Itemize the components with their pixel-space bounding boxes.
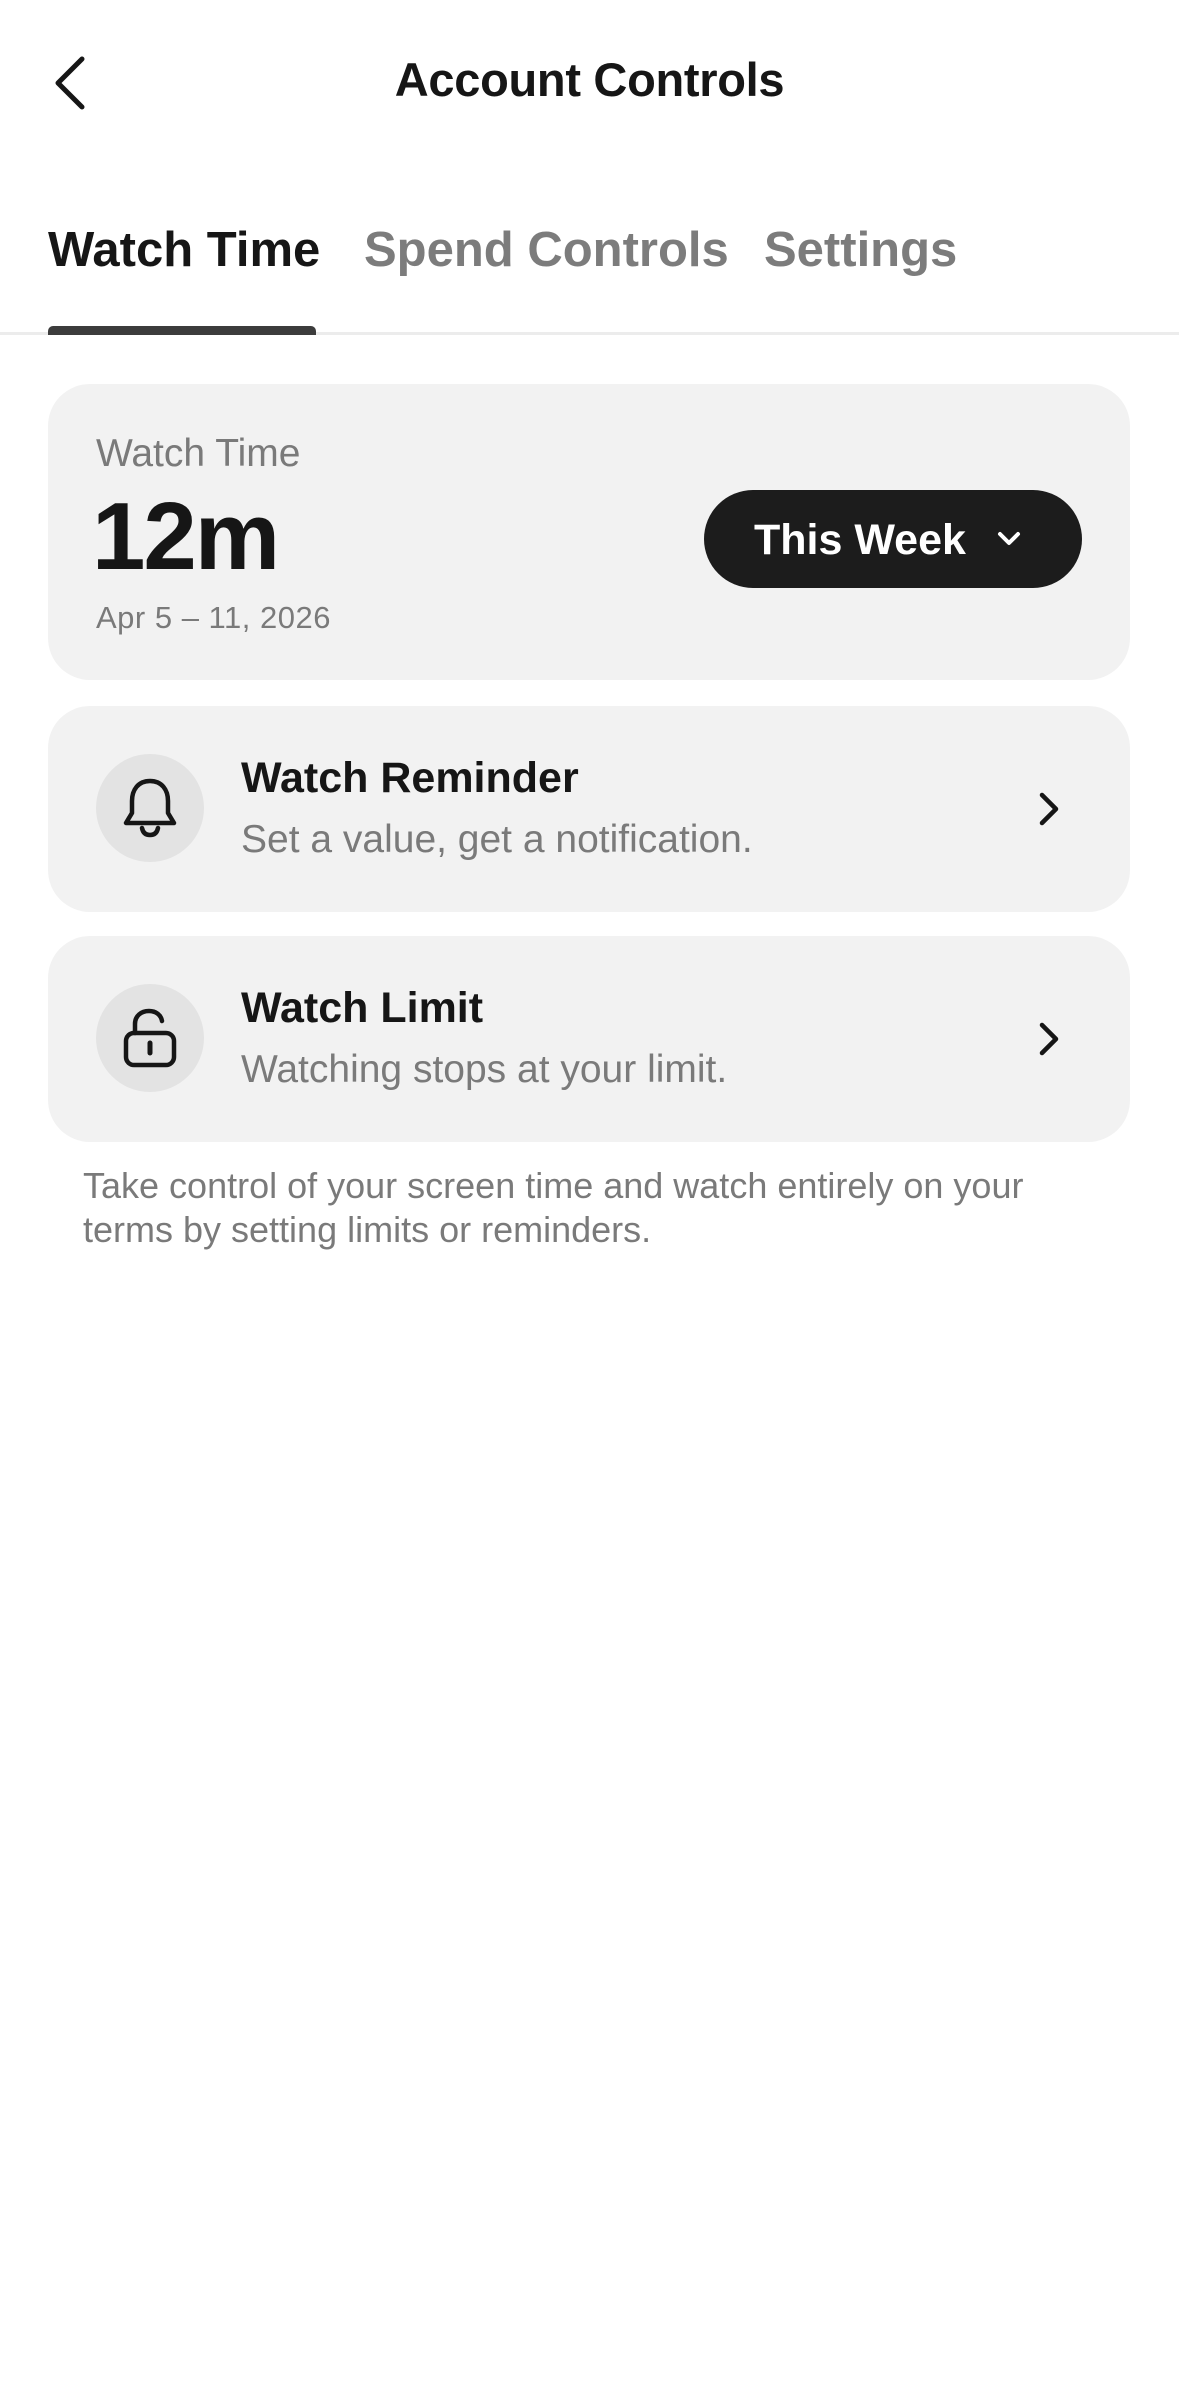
chevron-right-icon xyxy=(1039,1022,1059,1056)
watch-limit-icon-circle xyxy=(96,984,204,1092)
chevron-down-icon xyxy=(998,532,1020,545)
date-range: Apr 5 – 11, 2026 xyxy=(96,600,331,635)
tab-bar: Watch Time Spend Controls Settings xyxy=(0,200,1179,335)
bell-icon xyxy=(123,778,177,838)
footnote-text: Take control of your screen time and wat… xyxy=(83,1165,1024,1250)
summary-label: Watch Time xyxy=(96,432,301,475)
watch-limit-row[interactable]: Watch Limit Watching stops at your limit… xyxy=(48,936,1130,1142)
page-title: Account Controls xyxy=(394,53,785,106)
watch-reminder-subtitle: Set a value, get a notification. xyxy=(241,818,753,861)
watch-reminder-icon-circle xyxy=(96,754,204,862)
chevron-right-icon xyxy=(1039,792,1059,826)
header: Account Controls xyxy=(0,0,1179,165)
period-selected-label: This Week xyxy=(754,516,966,564)
active-tab-indicator xyxy=(48,326,316,335)
watch-limit-title: Watch Limit xyxy=(241,984,484,1032)
lock-icon xyxy=(123,1008,177,1068)
watch-reminder-row[interactable]: Watch Reminder Set a value, get a notifi… xyxy=(48,706,1130,912)
watch-limit-subtitle: Watching stops at your limit. xyxy=(241,1048,728,1091)
watch-time-summary-card: Watch Time 12m Apr 5 – 11, 2026 This Wee… xyxy=(48,384,1130,680)
tab-spend-controls[interactable]: Spend Controls xyxy=(364,222,729,278)
watch-time-value: 12m xyxy=(92,483,280,590)
account-controls-screen: Account Controls Watch Time Spend Contro… xyxy=(0,0,1179,2396)
tab-settings[interactable]: Settings xyxy=(764,222,957,278)
period-dropdown[interactable]: This Week xyxy=(704,490,1082,588)
tab-watch-time[interactable]: Watch Time xyxy=(48,222,320,278)
watch-reminder-title: Watch Reminder xyxy=(241,754,579,802)
